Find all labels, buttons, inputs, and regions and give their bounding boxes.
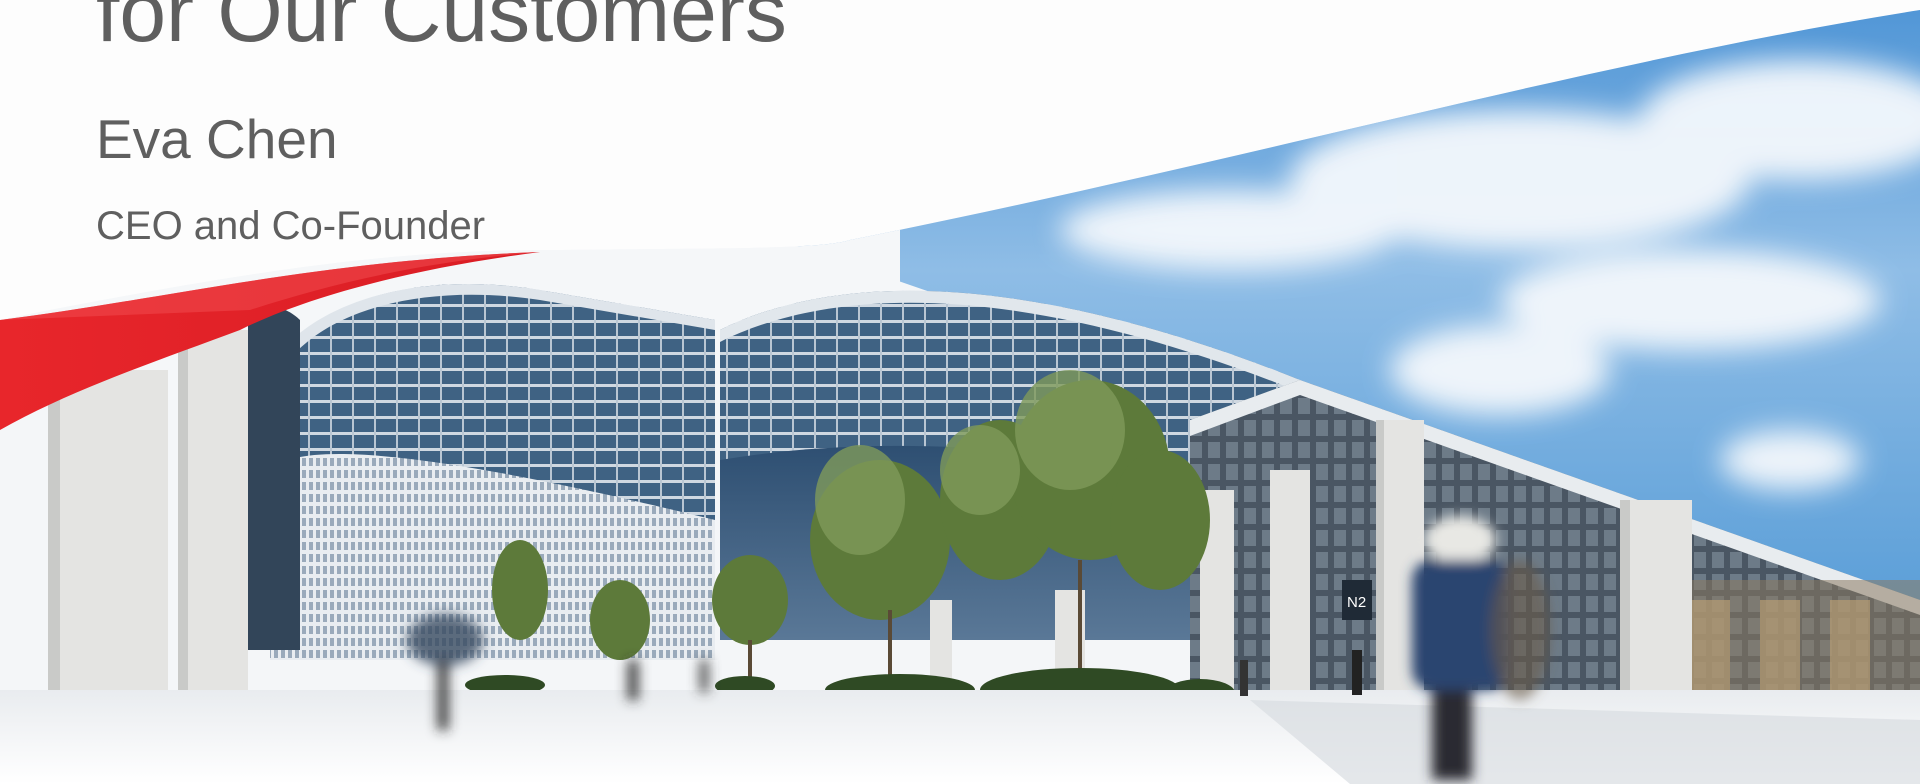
building-sign-text: N2 <box>1347 594 1366 611</box>
presenter-name: Eva Chen <box>96 108 338 170</box>
presentation-slide: N2 for Our Customers Eva Chen CEO and Co… <box>0 0 1920 784</box>
presenter-role: CEO and Co-Founder <box>96 204 486 248</box>
slide-title: for Our Customers <box>96 0 787 59</box>
